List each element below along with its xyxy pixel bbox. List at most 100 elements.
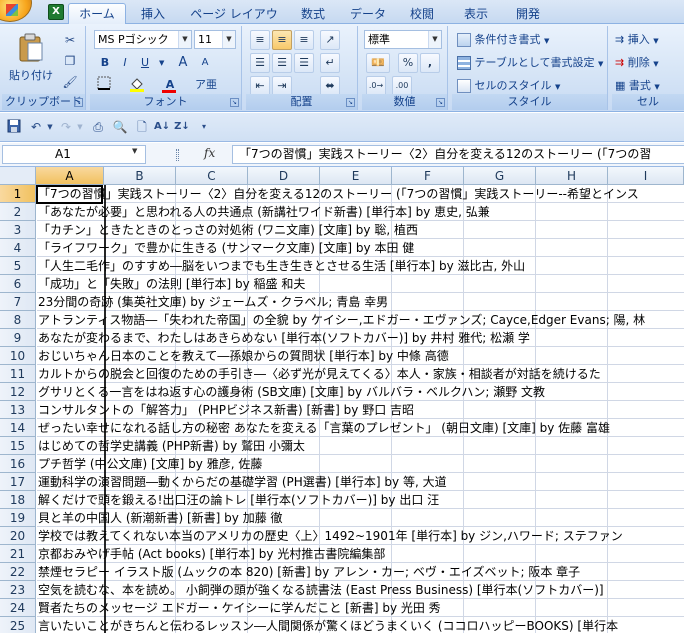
row-header[interactable]: 11: [0, 365, 36, 383]
office-button[interactable]: [0, 0, 32, 22]
number-launcher-icon[interactable]: ↘: [436, 98, 445, 107]
align-bottom-icon[interactable]: ≡: [294, 30, 314, 50]
table-row[interactable]: 運動科学の演習問題―動くからだの基礎学習 (PH選書) [単行本] by 等, …: [37, 473, 684, 491]
row-header[interactable]: 4: [0, 239, 36, 257]
worksheet-grid[interactable]: A B C D E F G H I 1 「7つの習慣」実践ストーリー〈2〉自分を変…: [0, 167, 684, 633]
cut-icon[interactable]: ✂: [62, 32, 78, 48]
table-row[interactable]: 京都おみやげ手帖 (Act books) [単行本] by 光村推古書院編集部: [37, 545, 684, 563]
row-header[interactable]: 8: [0, 311, 36, 329]
row-header[interactable]: 22: [0, 563, 36, 581]
number-format-select[interactable]: 標準 ▼: [364, 30, 442, 49]
name-box[interactable]: A1: [2, 145, 146, 164]
row-header[interactable]: 18: [0, 491, 36, 509]
tab-view[interactable]: 表示: [456, 4, 496, 24]
row-header[interactable]: 14: [0, 419, 36, 437]
conditional-format-button[interactable]: 条件付き書式 ▼: [456, 30, 604, 50]
insert-function-button[interactable]: fx: [204, 146, 215, 160]
copy-icon[interactable]: ❐: [62, 53, 78, 69]
orientation-icon[interactable]: ↗: [320, 30, 340, 50]
tab-insert[interactable]: 挿入: [134, 4, 172, 24]
alignment-launcher-icon[interactable]: ↘: [346, 98, 355, 107]
splitter-handle[interactable]: [176, 149, 179, 161]
table-row[interactable]: 解くだけで頭を鍛える!出口汪の論トレ [単行本(ソフトカバー)] by 出口 汪: [37, 491, 684, 509]
row-header[interactable]: 2: [0, 203, 36, 221]
row-header[interactable]: 13: [0, 401, 36, 419]
tab-data[interactable]: データ: [346, 4, 390, 24]
print-icon[interactable]: ⎙: [90, 119, 106, 135]
column-header-h[interactable]: H: [536, 167, 608, 185]
table-row[interactable]: 「あなたが必要」と思われる人の共通点 (新講社ワイド新書) [単行本] by 恵…: [37, 203, 684, 221]
format-cells-button[interactable]: ▦ 書式 ▼: [614, 76, 680, 96]
insert-cells-button[interactable]: ⇉ 挿入 ▼: [614, 30, 680, 50]
align-left-icon[interactable]: ☰: [250, 53, 270, 73]
table-row[interactable]: はじめての哲学史講義 (PHP新書) by 鷲田 小彌太: [37, 437, 684, 455]
new-document-icon[interactable]: 🗋: [134, 119, 150, 135]
row-header[interactable]: 20: [0, 527, 36, 545]
tab-formulas[interactable]: 数式: [292, 4, 334, 24]
table-row[interactable]: おじいちゃん日本のことを教えて―孫娘からの質問状 [単行本] by 中條 高德: [37, 347, 684, 365]
table-row[interactable]: 学校では教えてくれない本当のアメリカの歴史〈上〉1492~1901年 [単行本]…: [37, 527, 684, 545]
chevron-down-icon[interactable]: ▼: [132, 147, 137, 155]
table-row[interactable]: 賢者たちのメッセージ エドガー・ケイシーに学んだこと [新書] by 光田 秀: [37, 599, 684, 617]
select-all-button[interactable]: [0, 167, 36, 185]
decrease-indent-icon[interactable]: ⇤: [250, 76, 270, 96]
chevron-down-icon[interactable]: ▼: [158, 53, 166, 73]
currency-icon[interactable]: 💴: [366, 53, 390, 73]
bold-button[interactable]: B: [96, 53, 114, 73]
shrink-font-button[interactable]: A: [196, 53, 214, 73]
formula-input[interactable]: 「7つの習慣」実践ストーリー〈2〉自分を変える12のストーリー (「7つの習: [232, 145, 684, 164]
column-header-f[interactable]: F: [392, 167, 464, 185]
column-header-g[interactable]: G: [464, 167, 536, 185]
tab-page-layout[interactable]: ページ レイアウト: [186, 4, 282, 41]
sort-descending-icon[interactable]: Z↓: [174, 119, 190, 135]
table-row[interactable]: あなたが変わるまで、わたしはあきらめない [単行本(ソフトカバー)] by 井村…: [37, 329, 684, 347]
font-color-button[interactable]: A: [158, 75, 182, 95]
save-icon[interactable]: [6, 119, 22, 135]
table-row[interactable]: 「ライフワーク」で豊かに生きる (サンマーク文庫) [文庫] by 本田 健: [37, 239, 684, 257]
decrease-decimal-icon[interactable]: .00: [392, 76, 412, 96]
tab-review[interactable]: 校閲: [402, 4, 442, 24]
tab-developer[interactable]: 開発: [508, 4, 548, 24]
delete-cells-button[interactable]: ⇉ 削除 ▼: [614, 53, 680, 73]
font-size-select[interactable]: 11 ▼: [194, 30, 236, 49]
table-row[interactable]: 貝と羊の中国人 (新潮新書) [新書] by 加藤 徹: [37, 509, 684, 527]
row-header[interactable]: 12: [0, 383, 36, 401]
row-header[interactable]: 17: [0, 473, 36, 491]
wrap-text-icon[interactable]: ↵: [320, 53, 340, 73]
table-row[interactable]: アトランティス物語―「失われた帝国」の全貌 by ケイシー,エドガー・エヴァンズ…: [37, 311, 684, 329]
row-header[interactable]: 23: [0, 581, 36, 599]
underline-button[interactable]: U: [136, 53, 154, 73]
row-header[interactable]: 15: [0, 437, 36, 455]
table-row[interactable]: カルトからの脱会と回復のための手引き―〈必ず光が見えてくる〉本人・家族・相談者が…: [37, 365, 684, 383]
column-header-c[interactable]: C: [176, 167, 248, 185]
align-right-icon[interactable]: ☰: [294, 53, 314, 73]
excel-icon[interactable]: X: [48, 4, 64, 20]
row-header[interactable]: 25: [0, 617, 36, 633]
row-header[interactable]: 6: [0, 275, 36, 293]
font-launcher-icon[interactable]: ↘: [230, 98, 239, 107]
print-preview-icon[interactable]: 🔍: [112, 119, 128, 135]
table-row[interactable]: グサリとくる一言をはね返す心の護身術 (SB文庫) [文庫] by バルバラ・ベ…: [37, 383, 684, 401]
table-row[interactable]: 23分間の奇跡 (集英社文庫) by ジェームズ・クラベル; 青島 幸男: [37, 293, 684, 311]
align-center-icon[interactable]: ☰: [272, 53, 292, 73]
row-header[interactable]: 24: [0, 599, 36, 617]
format-painter-icon[interactable]: 🖌: [62, 74, 78, 90]
chevron-down-icon[interactable]: ▼: [42, 119, 58, 135]
align-top-icon[interactable]: ≡: [250, 30, 270, 50]
italic-button[interactable]: I: [116, 53, 134, 73]
percent-button[interactable]: %: [398, 53, 418, 73]
column-header-a[interactable]: A: [36, 167, 104, 185]
comma-button[interactable]: ,: [420, 53, 440, 73]
column-header-i[interactable]: I: [608, 167, 684, 185]
column-header-e[interactable]: E: [320, 167, 392, 185]
row-header[interactable]: 10: [0, 347, 36, 365]
table-row[interactable]: ぜったい幸せになれる話し方の秘密 あなたを変える「言葉のプレゼント」 (朝日文庫…: [37, 419, 684, 437]
row-header[interactable]: 16: [0, 455, 36, 473]
row-header[interactable]: 9: [0, 329, 36, 347]
table-row[interactable]: 「人生二毛作」のすすめ―脳をいつまでも生き生きとさせる生活 [単行本] by 滋…: [37, 257, 684, 275]
tab-home[interactable]: ホーム: [68, 3, 126, 25]
table-row[interactable]: 禁煙セラピー イラスト版 (ムックの本 820) [新書] by アレン・カー;…: [37, 563, 684, 581]
column-header-b[interactable]: B: [104, 167, 176, 185]
row-header[interactable]: 3: [0, 221, 36, 239]
paste-button[interactable]: 貼り付け: [6, 30, 56, 86]
